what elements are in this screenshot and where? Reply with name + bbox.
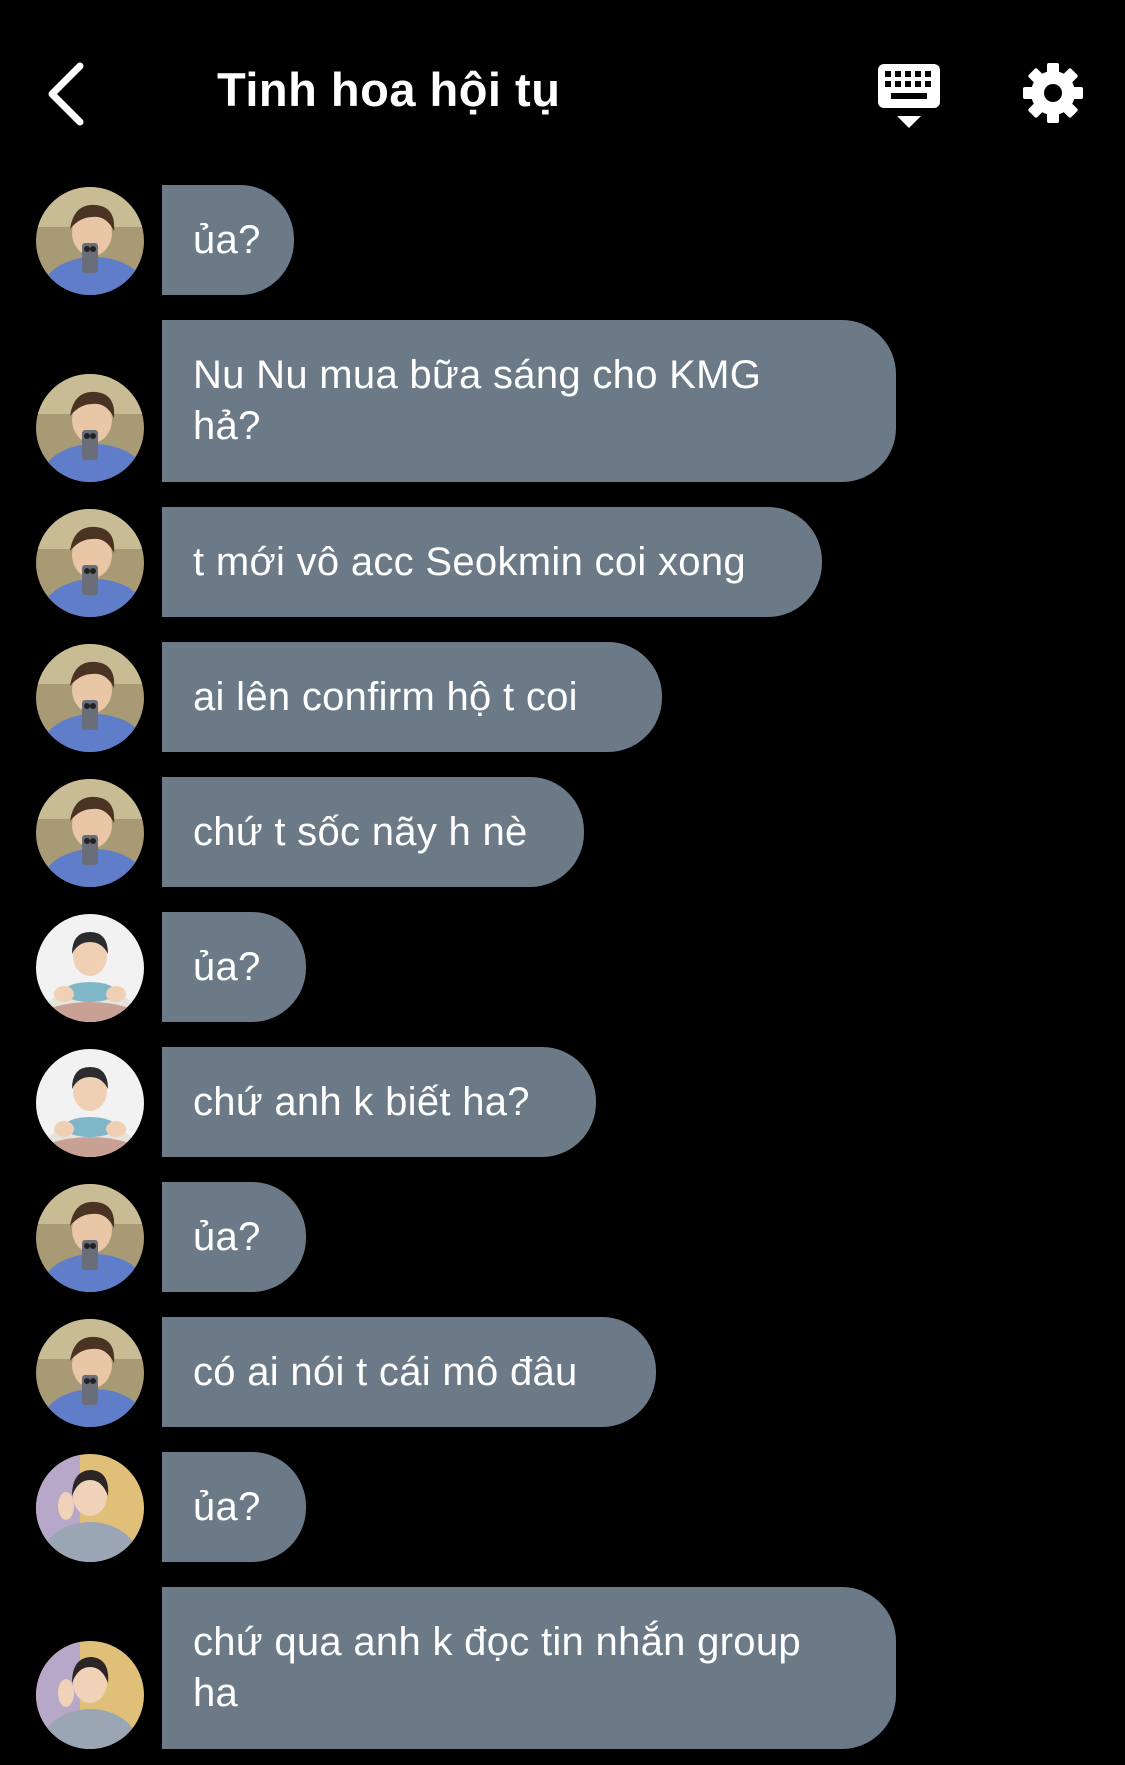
message-bubble[interactable]: chứ t sốc nãy h nè — [162, 777, 584, 887]
message-line: hả? — [193, 404, 261, 448]
message-line: ha — [193, 1671, 239, 1715]
keyboard-icon — [878, 64, 940, 128]
message-line: Nu Nu mua bữa sáng cho KMG — [193, 353, 762, 397]
message-line: ủa? — [193, 945, 261, 989]
message-bubble[interactable]: ủa? — [162, 185, 294, 295]
avatar[interactable] — [36, 1319, 144, 1427]
message-line: ủa? — [193, 218, 261, 262]
avatar[interactable] — [36, 779, 144, 887]
chat-message: ai lên confirm hộ t coi — [0, 642, 1125, 752]
message-line: chứ anh k biết ha? — [193, 1080, 530, 1124]
chat-message: chứ qua anh k đọc tin nhắn group ha — [0, 1587, 1125, 1749]
chat-message: t mới vô acc Seokmin coi xong — [0, 507, 1125, 617]
avatar[interactable] — [36, 1184, 144, 1292]
message-bubble[interactable]: có ai nói t cái mô đâu — [162, 1317, 656, 1427]
avatar[interactable] — [36, 509, 144, 617]
avatar[interactable] — [36, 644, 144, 752]
avatar[interactable] — [36, 1641, 144, 1749]
chat-message: Nu Nu mua bữa sáng cho KMG hả? — [0, 320, 1125, 482]
keyboard-button[interactable] — [876, 62, 942, 130]
message-bubble[interactable]: Nu Nu mua bữa sáng cho KMG hả? — [162, 320, 896, 482]
avatar[interactable] — [36, 1049, 144, 1157]
chat-message: có ai nói t cái mô đâu — [0, 1317, 1125, 1427]
avatar[interactable] — [36, 187, 144, 295]
avatar[interactable] — [36, 1454, 144, 1562]
message-bubble[interactable]: ủa? — [162, 1182, 306, 1292]
chat-message: ủa? — [0, 1452, 1125, 1562]
chevron-left-icon — [48, 62, 84, 126]
settings-button[interactable] — [1022, 62, 1084, 124]
chat-message: chứ anh k biết ha? — [0, 1047, 1125, 1157]
chat-message: ủa? — [0, 1182, 1125, 1292]
avatar[interactable] — [36, 374, 144, 482]
message-bubble[interactable]: t mới vô acc Seokmin coi xong — [162, 507, 822, 617]
back-button[interactable] — [36, 56, 96, 132]
chat-header: Tinh hoa hội tụ — [0, 0, 1125, 180]
message-bubble[interactable]: ai lên confirm hộ t coi — [162, 642, 662, 752]
message-line: ủa? — [193, 1485, 261, 1529]
message-line: ai lên confirm hộ t coi — [193, 675, 578, 719]
avatar[interactable] — [36, 914, 144, 1022]
message-line: t mới vô acc Seokmin coi xong — [193, 540, 746, 584]
message-line: chứ qua anh k đọc tin nhắn group — [193, 1620, 801, 1664]
chat-title: Tinh hoa hội tụ — [217, 63, 561, 116]
message-bubble[interactable]: ủa? — [162, 912, 306, 1022]
chat-message: chứ t sốc nãy h nè — [0, 777, 1125, 887]
message-line: chứ t sốc nãy h nè — [193, 810, 528, 854]
message-line: có ai nói t cái mô đâu — [193, 1350, 578, 1394]
message-bubble[interactable]: chứ qua anh k đọc tin nhắn group ha — [162, 1587, 896, 1749]
message-line: ủa? — [193, 1215, 261, 1259]
message-bubble[interactable]: ủa? — [162, 1452, 306, 1562]
chat-message: ủa? — [0, 912, 1125, 1022]
message-bubble[interactable]: chứ anh k biết ha? — [162, 1047, 596, 1157]
gear-icon — [1023, 63, 1083, 123]
chat-message: ủa? — [0, 185, 1125, 295]
